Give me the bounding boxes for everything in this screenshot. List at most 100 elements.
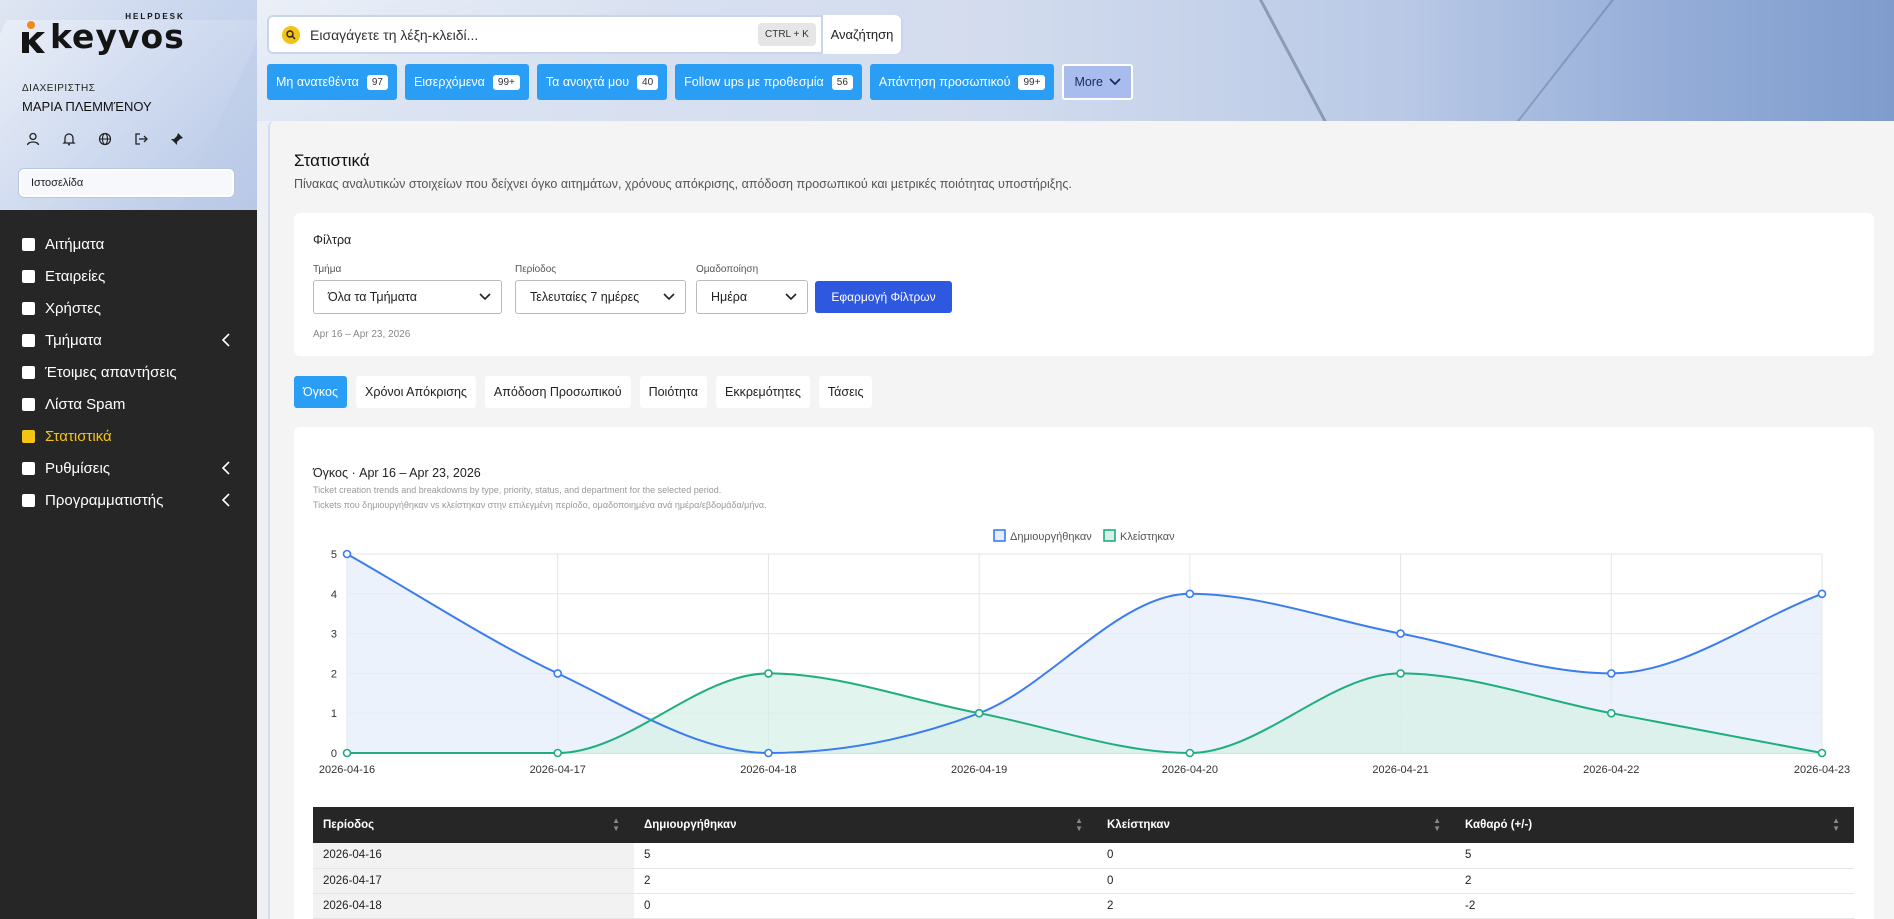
table-cell: 0 [1097,843,1455,869]
logo[interactable]: keyvos HELPDESK [20,12,185,56]
quick-filters: Μη ανατεθέντα 97 Εισερχόμενα 99+ Τα ανοιχτά … [267,64,1133,100]
sidebar-item[interactable]: Ρυθμίσεις [0,452,257,484]
x-tick-label: 2026-04-16 [319,764,375,776]
pin-icon[interactable] [168,130,186,148]
data-point [1396,669,1405,678]
quick-filter-button[interactable]: Μη ανατεθέντα 97 [267,64,397,100]
legend-label: Κλείστηκαν [1120,531,1175,543]
table-column-header[interactable]: Δημιουργήθηκαν ▲ ▼ [634,807,1097,843]
table-row: 2026-04-16 5 0 5 [313,843,1854,869]
tab[interactable]: Τάσεις [818,376,873,408]
legend-swatch [993,529,1006,542]
menu-square-icon [22,461,35,475]
menu-square-icon [22,333,35,347]
quick-filter-button[interactable]: Τα ανοιχτά μου 40 [536,64,668,100]
table-column-header[interactable]: Περίοδος ▲ ▼ [313,807,634,843]
sidebar-profile: keyvos HELPDESK ΔΙΑΧΕΙΡΙΣΤΗΣ ΜΑΡΙΑ ΠΛΕΜΜ… [0,0,257,210]
tab[interactable]: Εκκρεμότητες [715,376,810,408]
x-tick-label: 2026-04-20 [1162,764,1218,776]
sidebar-item-label: Λίστα Spam [45,395,126,413]
period-select[interactable]: Τελευταίες 7 ημέρες [515,280,686,314]
table-cell: 0 [634,893,1097,919]
quick-filter-button[interactable]: Εισερχόμενα 99+ [404,64,529,100]
search-button[interactable]: Αναζήτηση [821,15,901,54]
table-cell: 2026-04-18 [313,893,634,919]
volume-table: Περίοδος ▲ ▼ Δημιουργήθηκαν ▲ ▼ Κλείστηκαν ▲ ▼ Κα… [313,807,1854,919]
count-badge: 99+ [492,74,520,90]
x-tick-label: 2026-04-22 [1583,764,1639,776]
data-point [1817,589,1827,599]
data-point [342,748,352,758]
sidebar-item-label: Έτοιμες απαντήσεις [45,363,177,381]
y-tick-label: 1 [331,708,337,720]
tab[interactable]: Απόδοση Προσωπικού [484,376,631,408]
sidebar-item[interactable]: Προγραμματιστής [0,484,257,516]
sidebar-item-label: Χρήστες [45,299,101,317]
sidebar-item-label: Εταιρείες [45,267,106,285]
table-cell: 2 [1097,893,1455,919]
search-input[interactable] [310,26,750,43]
quick-filter-label: Εισερχόμενα [413,75,485,89]
sidebar-item[interactable]: Αιτήματα [0,228,257,260]
y-tick-label: 0 [331,748,337,760]
x-tick-label: 2026-04-18 [740,764,796,776]
sidebar-item[interactable]: Έτοιμες απαντήσεις [0,356,257,388]
user-actions [24,130,186,148]
data-point [553,669,563,678]
data-point [553,748,563,758]
search-bar: CTRL + K Αναζήτηση [267,15,903,54]
search-icon[interactable] [282,25,300,44]
table-header-row: Περίοδος ▲ ▼ Δημιουργήθηκαν ▲ ▼ Κλείστηκαν ▲ ▼ Κα… [313,807,1854,843]
count-badge: 97 [366,74,388,90]
sort-icon: ▲ ▼ [1433,816,1441,833]
user-name: ΜΑΡΙΑ ΠΛΕΜΜΈΝΟΥ [22,99,152,114]
quick-filter-label: Απάντηση προσωπικού [878,75,1011,89]
quick-filter-button[interactable]: Απάντηση προσωπικού 99+ [869,64,1055,100]
count-badge: 99+ [1018,74,1046,90]
globe-icon[interactable] [96,130,114,148]
period-label: Περίοδος [515,264,557,275]
period-value: Τελευταίες 7 ημέρες [530,290,640,304]
chevron-down-icon [785,293,797,301]
table-column-header[interactable]: Καθαρό (+/-) ▲ ▼ [1455,807,1854,843]
sort-icon: ▲ ▼ [612,816,620,833]
tab[interactable]: Χρόνοι Απόκρισης [356,376,476,408]
chevron-left-icon [221,461,230,475]
apply-filters-button[interactable]: Εφαρμογή Φίλτρων [815,281,952,313]
sidebar-item[interactable]: Τμήματα [0,324,257,356]
bell-icon[interactable] [60,130,78,148]
search-shortcut: CTRL + K [758,23,816,46]
brand-name: keyvos [50,17,185,56]
column-header-label: Περίοδος [323,819,375,831]
chevron-left-icon [221,333,230,347]
table-column-header[interactable]: Κλείστηκαν ▲ ▼ [1097,807,1455,843]
page-description: Πίνακας αναλυτικών στοιχείων που δείχνει… [294,177,1072,191]
grouping-select[interactable]: Ημέρα [696,280,808,314]
tab[interactable]: Όγκος [294,376,348,408]
grouping-label: Ομαδοποίηση [696,264,759,275]
table-cell: 5 [634,843,1097,869]
quick-filter-label: Follow ups με προθεσμία [684,75,824,89]
stats-tabs: Όγκος Χρόνοι Απόκρισης Απόδοση Προσωπικού Π… [294,376,873,408]
sidebar-item[interactable]: Χρήστες [0,292,257,324]
y-tick-label: 5 [331,549,337,561]
department-select[interactable]: Όλα τα Τμήματα [313,280,502,314]
tab[interactable]: Ποιότητα [639,376,707,408]
data-point [1817,748,1827,758]
data-point [974,708,984,718]
sidebar-item[interactable]: Στατιστικά [0,420,257,452]
count-badge: 40 [637,74,659,90]
quick-filter-button[interactable]: Follow ups με προθεσμία 56 [675,64,862,100]
main-panel: Στατιστικά Πίνακας αναλυτικών στοιχείων … [268,121,1894,919]
chevron-down-icon [1109,78,1121,86]
menu-square-icon [22,493,35,507]
sidebar-item[interactable]: Εταιρείες [0,260,257,292]
logout-icon[interactable] [132,130,150,148]
table-cell: -2 [1455,893,1854,919]
column-header-label: Δημιουργήθηκαν [644,819,737,831]
table-cell: 2 [634,868,1097,894]
user-icon[interactable] [24,130,42,148]
sidebar-item[interactable]: Λίστα Spam [0,388,257,420]
more-button[interactable]: More [1062,64,1133,100]
site-selector[interactable]: Ιστοσελίδα [19,169,234,197]
